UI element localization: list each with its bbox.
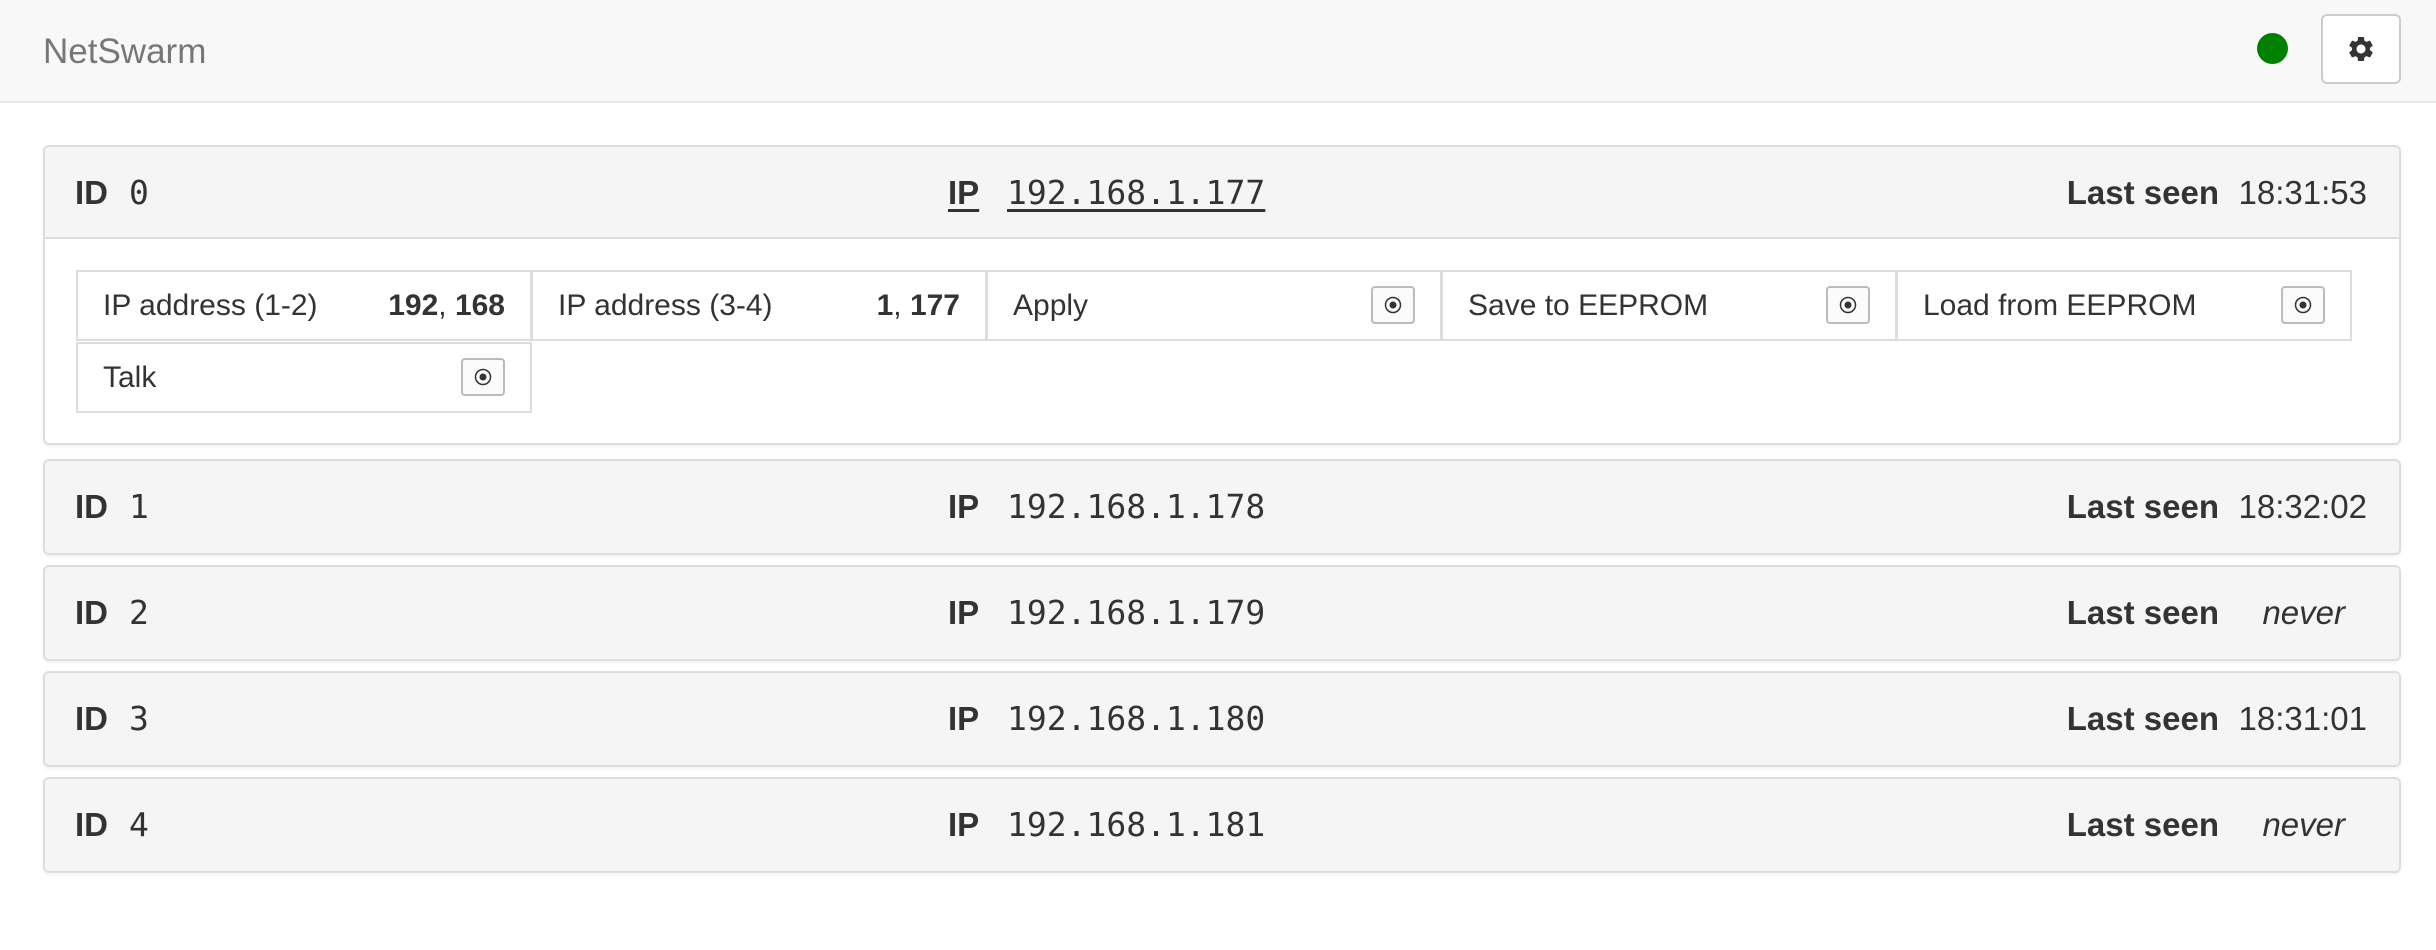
node-panel-4: ID 4 IP 192.168.1.181 Last seen never — [43, 777, 2401, 873]
node-ip-value: 192.168.1.178 — [1007, 487, 1266, 526]
apply-button[interactable] — [1371, 286, 1415, 324]
load-eeprom-control: Load from EEPROM — [1896, 270, 2352, 341]
radio-dot-icon — [1384, 296, 1402, 314]
control-value: 1, 177 — [877, 272, 960, 339]
id-label: ID — [75, 594, 108, 631]
node-ip-link[interactable]: 192.168.1.177 — [1007, 147, 1265, 239]
node-panel-0: ID 0 IP 192.168.1.177 Last seen 18:31:53… — [43, 145, 2401, 445]
last-seen-label: Last seen — [2066, 700, 2219, 737]
id-label: ID — [75, 174, 108, 211]
last-seen-value: 18:31:53 — [2238, 174, 2367, 211]
node-panel-heading-0[interactable]: ID 0 IP 192.168.1.177 Last seen 18:31:53 — [45, 147, 2399, 239]
save-to-eeprom-button[interactable] — [1826, 286, 1870, 324]
ip-label: IP — [948, 488, 980, 525]
brand-title[interactable]: NetSwarm — [43, 32, 206, 72]
id-label: ID — [75, 700, 108, 737]
ip-label: IP — [948, 594, 980, 631]
ip-label: IP — [948, 700, 980, 737]
talk-button[interactable] — [461, 358, 505, 396]
ip-label-link[interactable]: IP — [948, 147, 979, 239]
talk-control: Talk — [76, 342, 532, 413]
value-separator: , — [893, 289, 910, 322]
load-from-eeprom-button[interactable] — [2281, 286, 2325, 324]
node-id-value: 1 — [129, 487, 149, 526]
last-seen-label: Last seen — [2066, 806, 2219, 843]
control-value: 192, 168 — [388, 272, 505, 339]
ip-address-1-2-field[interactable]: IP address (1-2) 192, 168 — [76, 270, 532, 341]
ip-octet-3: 1 — [876, 289, 894, 322]
gear-icon — [2349, 36, 2373, 61]
control-label: Apply — [1013, 289, 1089, 322]
last-seen-value: 18:31:01 — [2238, 700, 2367, 737]
control-label: Save to EEPROM — [1468, 289, 1709, 322]
last-seen-label: Last seen — [2066, 488, 2219, 525]
settings-button[interactable] — [2321, 14, 2401, 84]
control-label: IP address (3-4) — [558, 289, 773, 322]
save-eeprom-control: Save to EEPROM — [1441, 270, 1897, 341]
node-panel-heading-2[interactable]: ID 2 IP 192.168.1.179 Last seen never — [45, 567, 2399, 659]
value-separator: , — [438, 289, 455, 322]
last-seen-value: never — [2262, 806, 2345, 843]
connection-status-indicator — [2257, 33, 2288, 64]
radio-dot-icon — [2294, 296, 2312, 314]
top-navbar: NetSwarm — [0, 0, 2436, 103]
apply-control: Apply — [986, 270, 1442, 341]
node-panel-heading-3[interactable]: ID 3 IP 192.168.1.180 Last seen 18:31:01 — [45, 673, 2399, 765]
node-id-value: 0 — [129, 173, 149, 212]
node-ip-value: 192.168.1.179 — [1007, 593, 1266, 632]
control-label: Load from EEPROM — [1923, 289, 2197, 322]
last-seen-value: never — [2262, 594, 2345, 631]
node-id-value: 4 — [129, 805, 149, 844]
radio-dot-icon — [474, 368, 492, 386]
last-seen-label: Last seen — [2066, 594, 2219, 631]
node-panel-2: ID 2 IP 192.168.1.179 Last seen never — [43, 565, 2401, 661]
node-panel-heading-1[interactable]: ID 1 IP 192.168.1.178 Last seen 18:32:02 — [45, 461, 2399, 553]
control-label: IP address (1-2) — [103, 289, 318, 322]
node-panel-body-0: IP address (1-2) 192, 168 IP address (3-… — [45, 239, 2399, 443]
node-panel-1: ID 1 IP 192.168.1.178 Last seen 18:32:02 — [43, 459, 2401, 555]
control-label: Talk — [103, 361, 157, 394]
last-seen-value: 18:32:02 — [2238, 488, 2367, 525]
node-panel-heading-4[interactable]: ID 4 IP 192.168.1.181 Last seen never — [45, 779, 2399, 871]
ip-address-3-4-field[interactable]: IP address (3-4) 1, 177 — [531, 270, 987, 341]
node-id-value: 2 — [129, 593, 149, 632]
ip-octet-1: 192 — [388, 289, 439, 322]
ip-label: IP — [948, 806, 980, 843]
last-seen-label: Last seen — [2066, 174, 2219, 211]
radio-dot-icon — [1839, 296, 1857, 314]
ip-octet-2: 168 — [454, 289, 505, 322]
node-id-value: 3 — [129, 699, 149, 738]
ip-octet-4: 177 — [909, 289, 960, 322]
id-label: ID — [75, 488, 108, 525]
node-ip-value: 192.168.1.180 — [1007, 699, 1266, 738]
node-ip-value: 192.168.1.181 — [1007, 805, 1266, 844]
node-panel-3: ID 3 IP 192.168.1.180 Last seen 18:31:01 — [43, 671, 2401, 767]
id-label: ID — [75, 806, 108, 843]
